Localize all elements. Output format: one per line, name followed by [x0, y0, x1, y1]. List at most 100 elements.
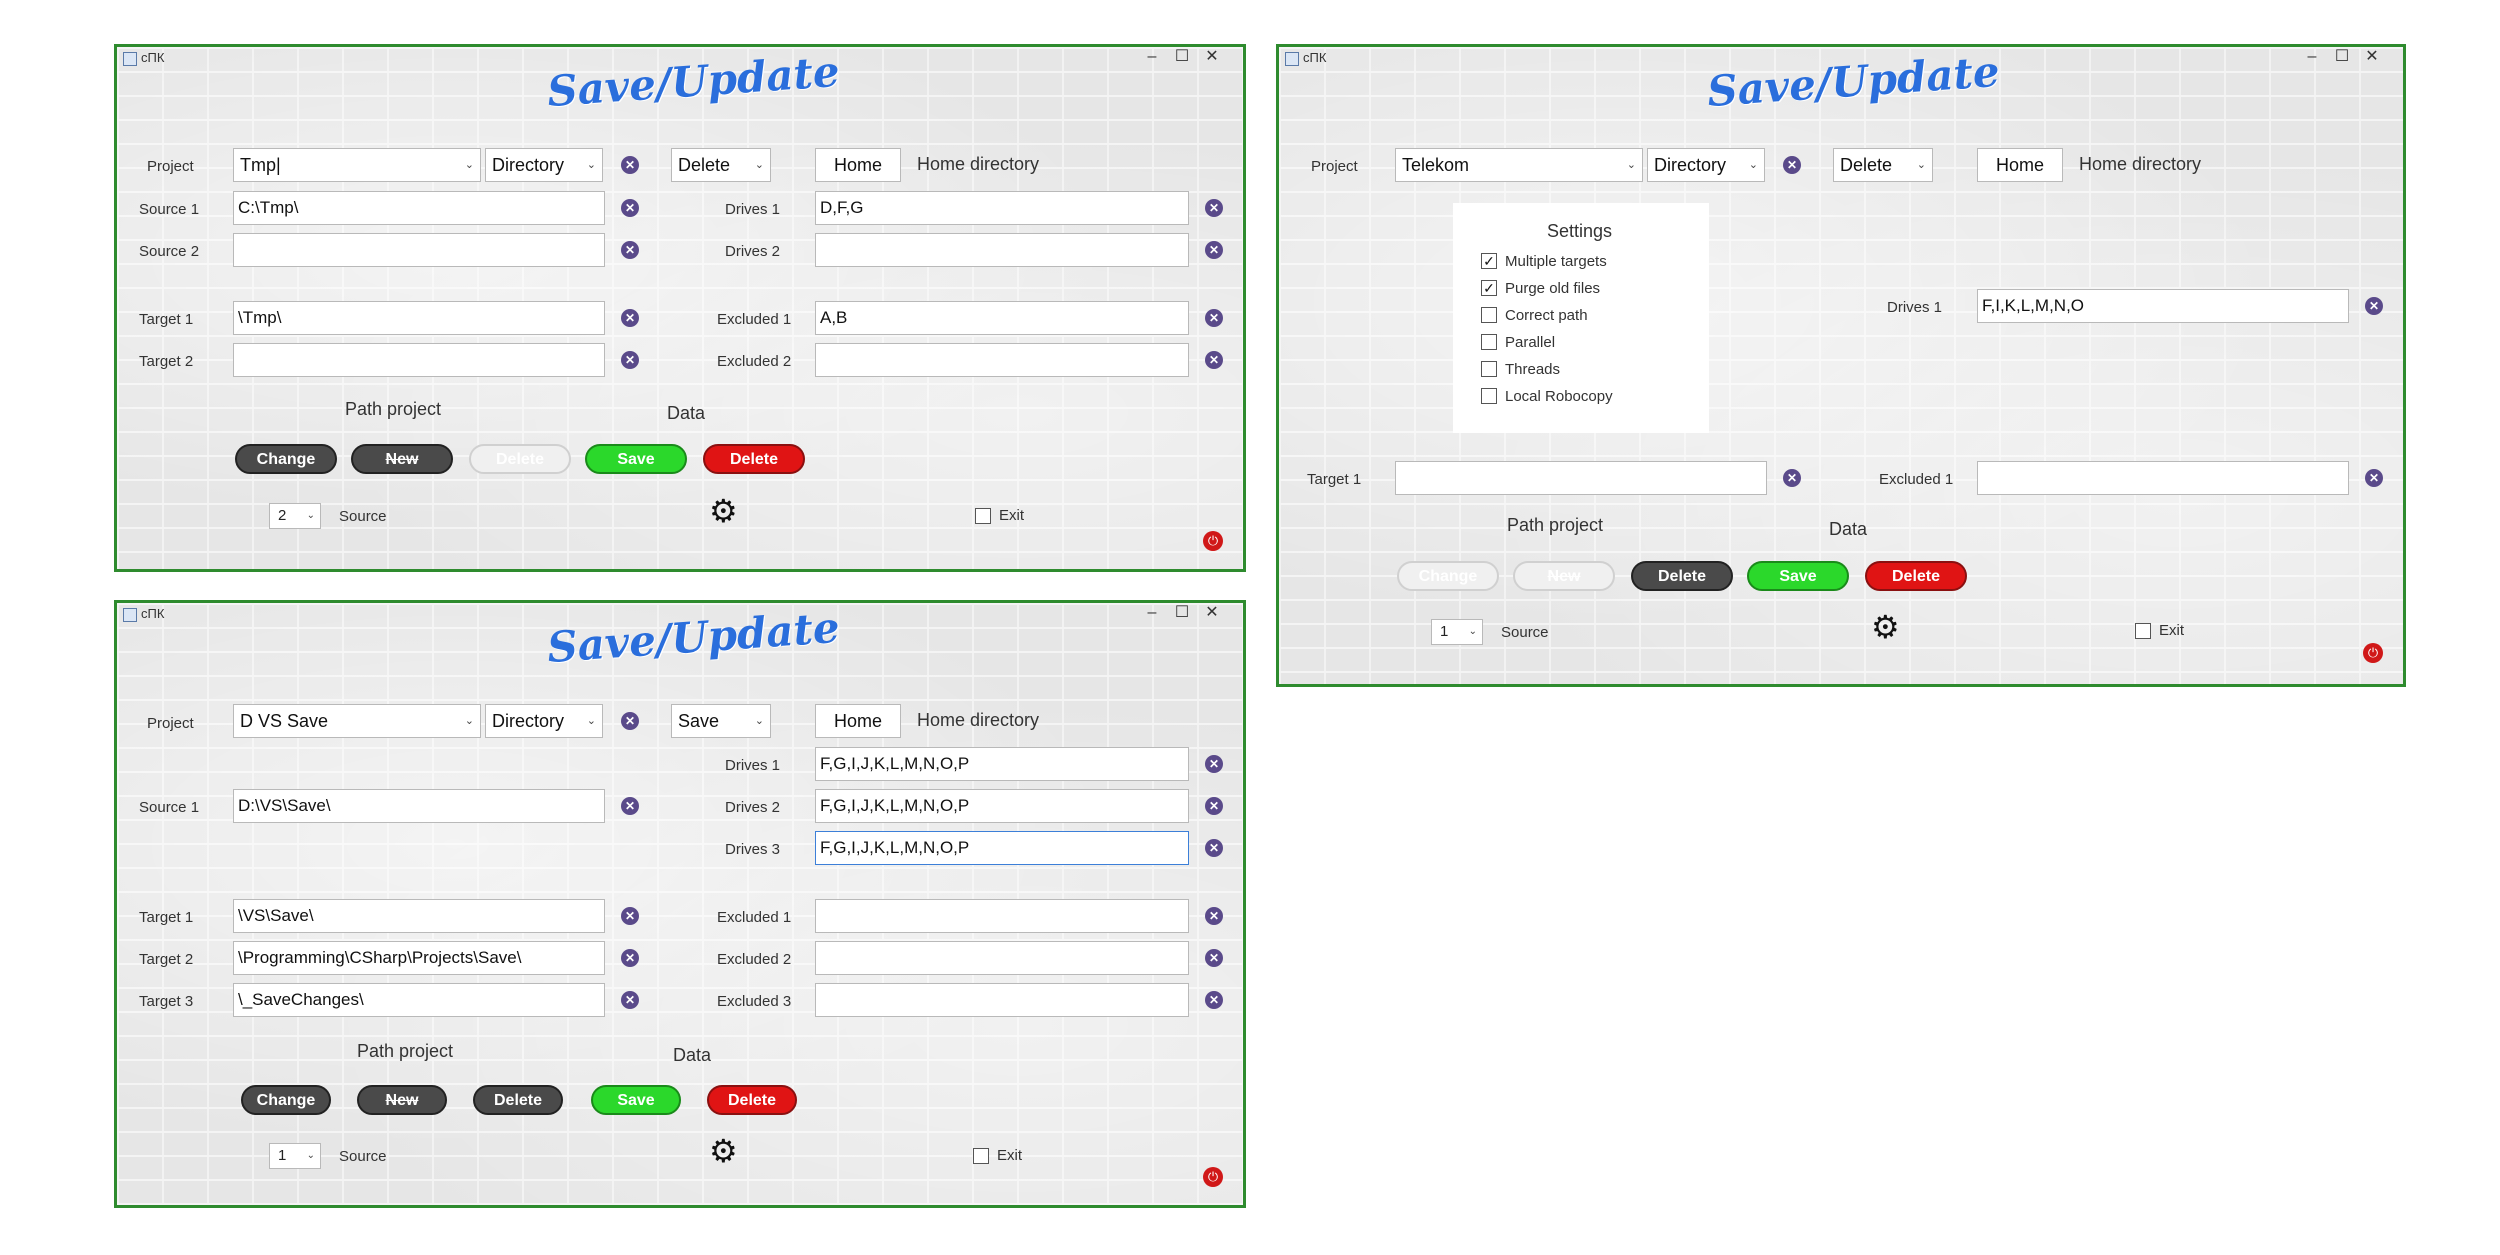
clear-excluded1-icon[interactable]: ✕ — [1205, 907, 1223, 925]
drives2-field[interactable] — [815, 233, 1189, 267]
maximize-icon[interactable]: ☐ — [1169, 603, 1195, 623]
delete-data-button[interactable]: Delete — [707, 1085, 797, 1115]
source-count-spinner[interactable]: 1 ⌄ — [269, 1143, 321, 1169]
new-button[interactable]: New — [351, 444, 453, 474]
action-select[interactable]: Save ⌄ — [671, 704, 771, 738]
excluded2-field[interactable] — [815, 941, 1189, 975]
maximize-icon[interactable]: ☐ — [1169, 47, 1195, 67]
power-icon[interactable]: ⏻ — [1203, 1167, 1223, 1187]
source1-field[interactable]: D:\VS\Save\ — [233, 789, 605, 823]
power-icon[interactable]: ⏻ — [1203, 531, 1223, 551]
source2-field[interactable] — [233, 233, 605, 267]
correct-path-checkbox[interactable] — [1481, 307, 1497, 323]
new-button[interactable]: New — [1513, 561, 1615, 591]
delete-path-button[interactable]: Delete — [469, 444, 571, 474]
source-count-spinner[interactable]: 2 ⌄ — [269, 503, 321, 529]
clear-project-icon[interactable]: ✕ — [621, 156, 639, 174]
target1-field[interactable] — [1395, 461, 1767, 495]
threads-checkbox[interactable] — [1481, 361, 1497, 377]
parallel-checkbox[interactable] — [1481, 334, 1497, 350]
clear-drives2-icon[interactable]: ✕ — [1205, 797, 1223, 815]
clear-excluded2-icon[interactable]: ✕ — [1205, 351, 1223, 369]
project-select[interactable]: Tmp| ⌄ — [233, 148, 481, 182]
close-icon[interactable]: ✕ — [2359, 47, 2385, 67]
minimize-icon[interactable]: – — [2299, 47, 2325, 67]
target1-field[interactable]: \VS\Save\ — [233, 899, 605, 933]
multiple-targets-checkbox[interactable]: ✓ — [1481, 253, 1497, 269]
directory-select[interactable]: Directory ⌄ — [1647, 148, 1765, 182]
excluded3-field[interactable] — [815, 983, 1189, 1017]
gear-icon[interactable]: ⚙ — [1871, 611, 1900, 643]
delete-data-button[interactable]: Delete — [1865, 561, 1967, 591]
home-button[interactable]: Home — [815, 148, 901, 182]
clear-project-icon[interactable]: ✕ — [1783, 156, 1801, 174]
change-button[interactable]: Change — [1397, 561, 1499, 591]
minimize-icon[interactable]: – — [1139, 47, 1165, 67]
save-button[interactable]: Save — [591, 1085, 681, 1115]
directory-select[interactable]: Directory ⌄ — [485, 704, 603, 738]
exit-checkbox[interactable] — [975, 508, 991, 524]
drives3-field[interactable]: F,G,I,J,K,L,M,N,O,P — [815, 831, 1189, 865]
project-select[interactable]: D VS Save ⌄ — [233, 704, 481, 738]
source-count-spinner[interactable]: 1 ⌄ — [1431, 619, 1483, 645]
drives2-field[interactable]: F,G,I,J,K,L,M,N,O,P — [815, 789, 1189, 823]
clear-drives1-icon[interactable]: ✕ — [2365, 297, 2383, 315]
minimize-icon[interactable]: – — [1139, 603, 1165, 623]
settings-panel: Settings ✓ Multiple targets ✓ Purge old … — [1453, 203, 1709, 433]
gear-icon[interactable]: ⚙ — [709, 1135, 738, 1167]
change-button[interactable]: Change — [235, 444, 337, 474]
clear-target1-icon[interactable]: ✕ — [1783, 469, 1801, 487]
clear-target3-icon[interactable]: ✕ — [621, 991, 639, 1009]
drives1-field[interactable]: D,F,G — [815, 191, 1189, 225]
maximize-icon[interactable]: ☐ — [2329, 47, 2355, 67]
excluded1-field[interactable] — [815, 899, 1189, 933]
drives1-field[interactable]: F,G,I,J,K,L,M,N,O,P — [815, 747, 1189, 781]
excluded2-field[interactable] — [815, 343, 1189, 377]
clear-target2-icon[interactable]: ✕ — [621, 351, 639, 369]
close-icon[interactable]: ✕ — [1199, 47, 1225, 67]
clear-source1-icon[interactable]: ✕ — [621, 199, 639, 217]
drives1-field[interactable]: F,I,K,L,M,N,O — [1977, 289, 2349, 323]
excluded1-field[interactable]: A,B — [815, 301, 1189, 335]
exit-checkbox[interactable] — [2135, 623, 2151, 639]
delete-data-button[interactable]: Delete — [703, 444, 805, 474]
source1-field[interactable]: C:\Tmp\ — [233, 191, 605, 225]
directory-select[interactable]: Directory ⌄ — [485, 148, 603, 182]
target1-field[interactable]: \Tmp\ — [233, 301, 605, 335]
local-robocopy-checkbox[interactable] — [1481, 388, 1497, 404]
clear-excluded2-icon[interactable]: ✕ — [1205, 949, 1223, 967]
clear-target1-icon[interactable]: ✕ — [621, 907, 639, 925]
clear-project-icon[interactable]: ✕ — [621, 712, 639, 730]
close-icon[interactable]: ✕ — [1199, 603, 1225, 623]
clear-drives1-icon[interactable]: ✕ — [1205, 755, 1223, 773]
home-button[interactable]: Home — [1977, 148, 2063, 182]
action-select[interactable]: Delete ⌄ — [671, 148, 771, 182]
action-select[interactable]: Delete ⌄ — [1833, 148, 1933, 182]
target2-field[interactable] — [233, 343, 605, 377]
clear-target1-icon[interactable]: ✕ — [621, 309, 639, 327]
new-button[interactable]: New — [357, 1085, 447, 1115]
power-icon[interactable]: ⏻ — [2363, 643, 2383, 663]
clear-drives3-icon[interactable]: ✕ — [1205, 839, 1223, 857]
delete-path-button[interactable]: Delete — [473, 1085, 563, 1115]
change-button[interactable]: Change — [241, 1085, 331, 1115]
gear-icon[interactable]: ⚙ — [709, 495, 738, 527]
clear-excluded3-icon[interactable]: ✕ — [1205, 991, 1223, 1009]
clear-drives2-icon[interactable]: ✕ — [1205, 241, 1223, 259]
clear-excluded1-icon[interactable]: ✕ — [2365, 469, 2383, 487]
purge-old-files-checkbox[interactable]: ✓ — [1481, 280, 1497, 296]
save-button[interactable]: Save — [1747, 561, 1849, 591]
excluded1-field[interactable] — [1977, 461, 2349, 495]
home-button[interactable]: Home — [815, 704, 901, 738]
target2-field[interactable]: \Programming\CSharp\Projects\Save\ — [233, 941, 605, 975]
exit-checkbox[interactable] — [973, 1148, 989, 1164]
project-select[interactable]: Telekom ⌄ — [1395, 148, 1643, 182]
clear-excluded1-icon[interactable]: ✕ — [1205, 309, 1223, 327]
clear-target2-icon[interactable]: ✕ — [621, 949, 639, 967]
delete-path-button[interactable]: Delete — [1631, 561, 1733, 591]
clear-source2-icon[interactable]: ✕ — [621, 241, 639, 259]
clear-drives1-icon[interactable]: ✕ — [1205, 199, 1223, 217]
clear-source1-icon[interactable]: ✕ — [621, 797, 639, 815]
target3-field[interactable]: \_SaveChanges\ — [233, 983, 605, 1017]
save-button[interactable]: Save — [585, 444, 687, 474]
